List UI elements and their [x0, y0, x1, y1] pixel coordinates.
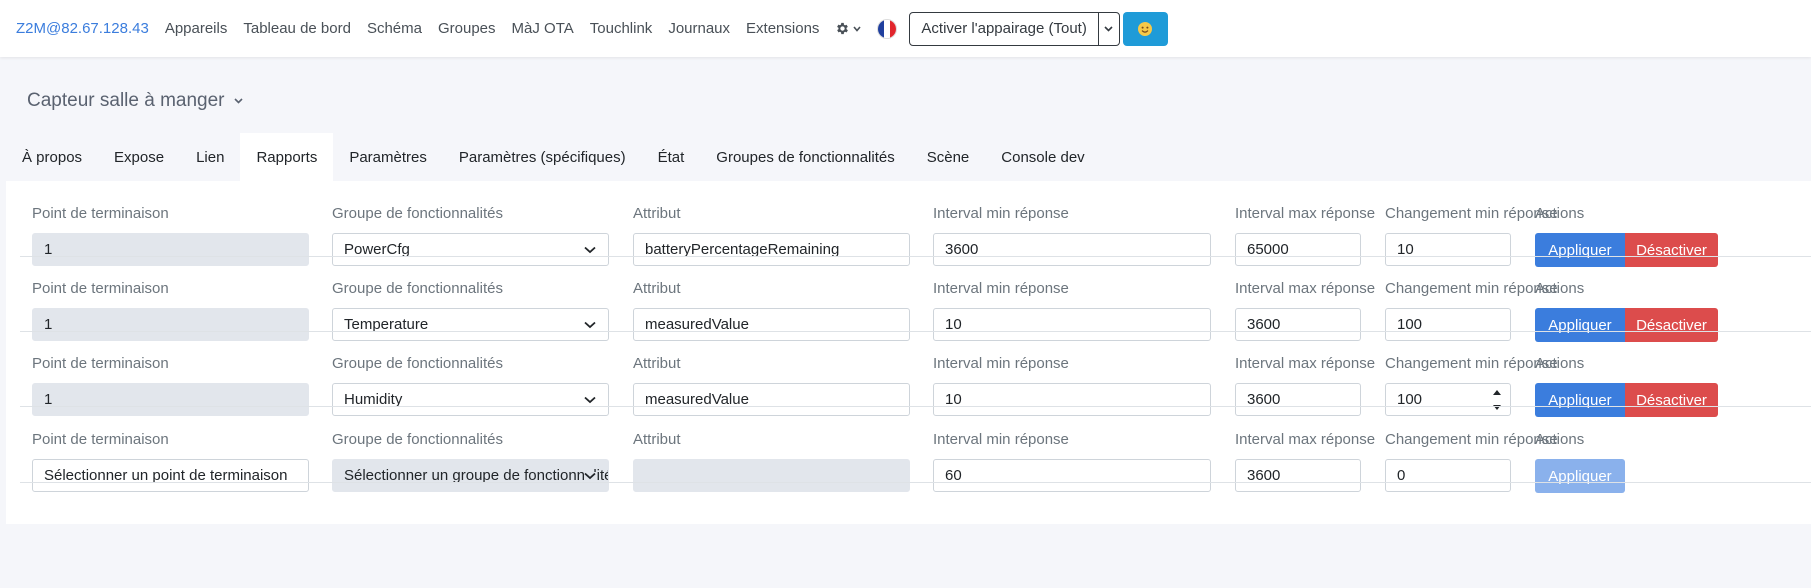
attribute-label: Attribut — [633, 280, 681, 297]
device-tabs: À propos Expose Lien Rapports Paramètres… — [6, 133, 1101, 181]
cluster-label: Groupe de fonctionnalités — [332, 280, 503, 297]
min-interval-label: Interval min réponse — [933, 205, 1069, 222]
chevron-down-icon — [233, 98, 243, 104]
max-interval-input[interactable]: 3600 — [1235, 459, 1361, 492]
min-interval-label: Interval min réponse — [933, 280, 1069, 297]
cluster-label: Groupe de fonctionnalités — [332, 431, 503, 448]
tab-exposes[interactable]: Expose — [98, 133, 180, 181]
endpoint-label: Point de terminaison — [32, 355, 169, 372]
tab-about[interactable]: À propos — [6, 133, 98, 181]
min-change-label: Changement min réponse — [1385, 431, 1558, 448]
chevron-down-icon — [584, 321, 596, 328]
endpoint-select[interactable]: Sélectionner un point de terminaison — [32, 459, 309, 492]
new-reporting-row: Point de terminaison Groupe de fonctionn… — [20, 407, 1811, 493]
attribute-label: Attribut — [633, 431, 681, 448]
nav-map[interactable]: Schéma — [367, 20, 422, 37]
reporting-row: Point de terminaison Groupe de fonctionn… — [20, 181, 1811, 267]
min-interval-input[interactable]: 60 — [933, 459, 1211, 492]
max-interval-label: Interval max réponse — [1235, 355, 1376, 372]
min-interval-label: Interval min réponse — [933, 431, 1069, 448]
tab-reporting[interactable]: Rapports — [240, 133, 334, 181]
cluster-label: Groupe de fonctionnalités — [332, 355, 503, 372]
theme-toggle-button[interactable] — [1122, 11, 1168, 46]
tab-dev-console[interactable]: Console dev — [985, 133, 1100, 181]
actions-label: Actions — [1535, 431, 1585, 448]
actions-label: Actions — [1535, 205, 1585, 222]
min-change-label: Changement min réponse — [1385, 355, 1558, 372]
row-divider — [20, 482, 1811, 483]
tab-state[interactable]: État — [642, 133, 701, 181]
nav-logs[interactable]: Journaux — [668, 20, 730, 37]
nav-ota[interactable]: MàJ OTA — [512, 20, 574, 37]
min-change-label: Changement min réponse — [1385, 205, 1558, 222]
gear-icon — [837, 22, 849, 35]
apply-button[interactable]: Appliquer — [1535, 459, 1625, 493]
actions-label: Actions — [1535, 355, 1585, 372]
reporting-row: Point de terminaison Groupe de fonctionn… — [20, 331, 1811, 417]
endpoint-label: Point de terminaison — [32, 205, 169, 222]
reporting-panel: Point de terminaison Groupe de fonctionn… — [6, 181, 1811, 524]
top-navbar: Z2M@82.67.128.43 Appareils Tableau de bo… — [0, 0, 1811, 57]
endpoint-label: Point de terminaison — [32, 280, 169, 297]
reporting-row: Point de terminaison Groupe de fonctionn… — [20, 256, 1811, 342]
attribute-label: Attribut — [633, 205, 681, 222]
chevron-down-icon — [1104, 25, 1113, 32]
endpoint-label: Point de terminaison — [32, 431, 169, 448]
nav-touchlink[interactable]: Touchlink — [590, 20, 653, 37]
french-flag-icon[interactable] — [877, 18, 898, 39]
permit-join-dropdown-toggle[interactable] — [1097, 11, 1120, 46]
chevron-down-icon — [584, 246, 596, 253]
chevron-down-icon — [584, 471, 596, 480]
settings-menu[interactable] — [835, 21, 862, 36]
attribute-label: Attribut — [633, 355, 681, 372]
max-interval-label: Interval max réponse — [1235, 280, 1376, 297]
sun-face-icon — [1138, 21, 1153, 36]
max-interval-label: Interval max réponse — [1235, 431, 1376, 448]
attribute-input[interactable] — [633, 459, 910, 492]
min-change-label: Changement min réponse — [1385, 280, 1558, 297]
tab-scene[interactable]: Scène — [911, 133, 986, 181]
spin-up-icon — [1493, 390, 1501, 395]
chevron-down-icon — [584, 396, 596, 403]
nav-dashboard[interactable]: Tableau de bord — [243, 20, 351, 37]
nav-extensions[interactable]: Extensions — [746, 20, 819, 37]
chevron-down-icon — [853, 25, 862, 32]
cluster-select[interactable]: Sélectionner un groupe de fonctionnalité… — [332, 459, 609, 492]
tab-clusters[interactable]: Groupes de fonctionnalités — [700, 133, 910, 181]
tab-bind[interactable]: Lien — [180, 133, 240, 181]
nav-devices[interactable]: Appareils — [165, 20, 228, 37]
nav-groups[interactable]: Groupes — [438, 20, 496, 37]
min-change-input[interactable]: 0 — [1385, 459, 1511, 492]
cluster-label: Groupe de fonctionnalités — [332, 205, 503, 222]
device-name-dropdown[interactable]: Capteur salle à manger — [27, 90, 243, 112]
tab-settings[interactable]: Paramètres — [333, 133, 443, 181]
brand-link[interactable]: Z2M@82.67.128.43 — [16, 20, 149, 37]
permit-join-button[interactable]: Activer l'appairage (Tout) — [909, 11, 1099, 46]
tab-settings-specific[interactable]: Paramètres (spécifiques) — [443, 133, 642, 181]
device-name: Capteur salle à manger — [27, 90, 225, 111]
max-interval-label: Interval max réponse — [1235, 205, 1376, 222]
permit-join-group: Activer l'appairage (Tout) — [909, 11, 1120, 46]
actions-label: Actions — [1535, 280, 1585, 297]
min-interval-label: Interval min réponse — [933, 355, 1069, 372]
